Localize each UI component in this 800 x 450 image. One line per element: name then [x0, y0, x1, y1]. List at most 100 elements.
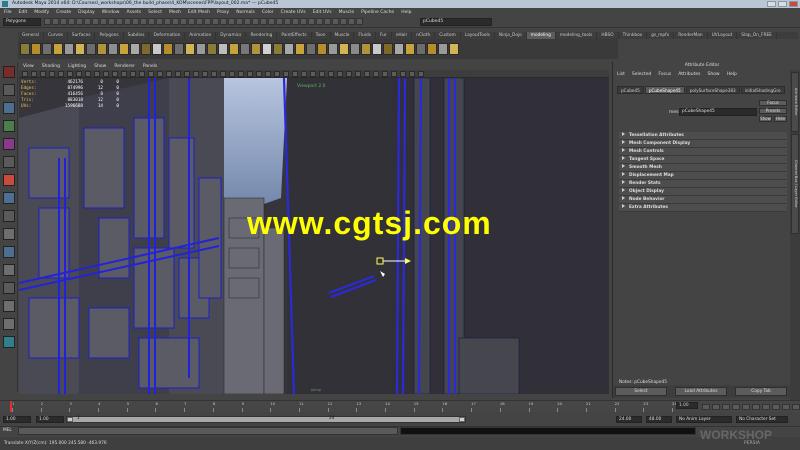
panel-toolbar-icon[interactable]: [400, 71, 406, 77]
menu-item-pipeline-cache[interactable]: Pipeline Cache: [361, 10, 394, 15]
shelf-tool-icon[interactable]: [141, 43, 151, 55]
menu-item-create[interactable]: Create: [56, 10, 71, 15]
shelf-tab-renderman[interactable]: RenderMan: [674, 32, 708, 39]
shelf-tab-painteffects[interactable]: PaintEffects: [277, 32, 312, 39]
status-line-tool-icon[interactable]: [236, 18, 243, 25]
toolbox-tool-icon[interactable]: [3, 228, 15, 240]
panel-toolbar-icon[interactable]: [202, 71, 208, 77]
shelf-tab-fluids[interactable]: Fluids: [354, 32, 376, 39]
status-line-tool-icon[interactable]: [228, 18, 235, 25]
shelf-tool-icon[interactable]: [130, 43, 140, 55]
panel-toolbar-icon[interactable]: [112, 71, 118, 77]
playback-button[interactable]: [722, 403, 730, 410]
shelf-tool-icon[interactable]: [97, 43, 107, 55]
menu-item-modify[interactable]: Modify: [34, 10, 49, 15]
shelf-tool-icon[interactable]: [174, 43, 184, 55]
status-line-tool-icon[interactable]: [356, 18, 363, 25]
panel-toolbar-icon[interactable]: [256, 71, 262, 77]
panel-toolbar-icon[interactable]: [40, 71, 46, 77]
menu-set-dropdown[interactable]: Polygons: [3, 18, 41, 26]
shelf-tool-icon[interactable]: [416, 43, 426, 55]
panel-toolbar-icon[interactable]: [175, 71, 181, 77]
mesh-name-field[interactable]: pCubeShape45: [679, 108, 757, 116]
shelf-tab-rendering[interactable]: Rendering: [246, 32, 278, 39]
shelf-tool-icon[interactable]: [207, 43, 217, 55]
shelf-tab-surfaces[interactable]: Surfaces: [68, 32, 96, 39]
shelf-tab-deformation[interactable]: Deformation: [149, 32, 186, 39]
ae-section-mesh-controls[interactable]: Mesh Controls: [619, 148, 787, 156]
status-line-tool-icon[interactable]: [220, 18, 227, 25]
status-line-tool-icon[interactable]: [348, 18, 355, 25]
ae-section-tangent-space[interactable]: Tangent Space: [619, 156, 787, 164]
status-line-tool-icon[interactable]: [156, 18, 163, 25]
panel-toolbar-icon[interactable]: [31, 71, 37, 77]
panel-toolbar-icon[interactable]: [184, 71, 190, 77]
toolbox-tool-icon[interactable]: [3, 138, 15, 150]
ae-section-tessellation-attributes[interactable]: Tessellation Attributes: [619, 132, 787, 140]
playback-button[interactable]: [782, 403, 790, 410]
toolbox-tool-icon[interactable]: [3, 318, 15, 330]
viewport[interactable]: Verts: 462176 0 0 Edges: 874996 12 0 Faces: 41645…: [19, 78, 609, 394]
menu-item-file[interactable]: File: [4, 10, 12, 15]
ae-node-tab[interactable]: pCubeShape45: [644, 86, 685, 94]
shelf-tab-custom[interactable]: Custom: [435, 32, 461, 39]
shelf-tool-icon[interactable]: [438, 43, 448, 55]
panel-toolbar-icon[interactable]: [139, 71, 145, 77]
menu-item-select[interactable]: Select: [148, 10, 162, 15]
status-line-tool-icon[interactable]: [44, 18, 51, 25]
panel-toolbar-icon[interactable]: [220, 71, 226, 77]
panel-toolbar-icon[interactable]: [346, 71, 352, 77]
shelf-tab-gs-mpfx[interactable]: gs_mpfx: [647, 32, 675, 39]
status-line-tool-icon[interactable]: [284, 18, 291, 25]
menu-item-edit[interactable]: Edit: [19, 10, 28, 15]
shelf-tool-icon[interactable]: [306, 43, 316, 55]
attribute-editor-side-tab[interactable]: Attribute Editor: [791, 72, 799, 132]
shelf-tool-icon[interactable]: [284, 43, 294, 55]
status-line-tool-icon[interactable]: [324, 18, 331, 25]
shelf-tool-icon[interactable]: [196, 43, 206, 55]
menu-item-create-uvs[interactable]: Create UVs: [281, 10, 306, 15]
panel-toolbar-icon[interactable]: [211, 71, 217, 77]
current-frame-field[interactable]: 1.00: [676, 402, 698, 409]
shelf-tool-icon[interactable]: [273, 43, 283, 55]
toolbox-tool-icon[interactable]: [3, 84, 15, 96]
status-line-tool-icon[interactable]: [164, 18, 171, 25]
ae-section-extra-attributes[interactable]: Extra Attributes: [619, 204, 787, 212]
status-line-tool-icon[interactable]: [140, 18, 147, 25]
panel-toolbar-icon[interactable]: [274, 71, 280, 77]
panel-toolbar-icon[interactable]: [391, 71, 397, 77]
shelf-tool-icon[interactable]: [449, 43, 459, 55]
status-line-tool-icon[interactable]: [252, 18, 259, 25]
close-button[interactable]: [789, 1, 798, 7]
panel-toolbar-icon[interactable]: [94, 71, 100, 77]
ae-section-render-stats[interactable]: Render Stats: [619, 180, 787, 188]
status-line-tool-icon[interactable]: [276, 18, 283, 25]
status-line-tool-icon[interactable]: [260, 18, 267, 25]
toolbox-tool-icon[interactable]: [3, 264, 15, 276]
panel-menu-renderer[interactable]: Renderer: [114, 64, 135, 69]
panel-menu-lighting[interactable]: Lighting: [68, 64, 86, 69]
playback-button[interactable]: [772, 403, 780, 410]
shelf-tab-ncloth[interactable]: nCloth: [412, 32, 436, 39]
toolbox-tool-icon[interactable]: [3, 246, 15, 258]
playback-button[interactable]: [742, 403, 750, 410]
shelf-tab-fur[interactable]: Fur: [376, 32, 392, 39]
current-time-indicator[interactable]: [10, 401, 12, 412]
shelf-tab-ninja-dojo[interactable]: Ninja_Dojo: [495, 32, 527, 39]
toolbox-tool-icon[interactable]: [3, 300, 15, 312]
panel-menu-view[interactable]: View: [23, 64, 34, 69]
ae-section-mesh-component-display[interactable]: Mesh Component Display: [619, 140, 787, 148]
toolbox-tool-icon[interactable]: [3, 282, 15, 294]
shelf-tool-icon[interactable]: [108, 43, 118, 55]
panel-toolbar-icon[interactable]: [85, 71, 91, 77]
toolbox-tool-icon[interactable]: [3, 210, 15, 222]
shelf-tool-icon[interactable]: [218, 43, 228, 55]
panel-toolbar-icon[interactable]: [238, 71, 244, 77]
ae-menu-focus[interactable]: Focus: [658, 72, 671, 77]
playback-start-field[interactable]: 1.00: [36, 416, 64, 423]
shelf-tool-icon[interactable]: [185, 43, 195, 55]
panel-toolbar-icon[interactable]: [103, 71, 109, 77]
status-line-tool-icon[interactable]: [204, 18, 211, 25]
status-line-tool-icon[interactable]: [332, 18, 339, 25]
shelf-tab-slap-on-free[interactable]: Slap_On_FREE: [737, 32, 777, 39]
